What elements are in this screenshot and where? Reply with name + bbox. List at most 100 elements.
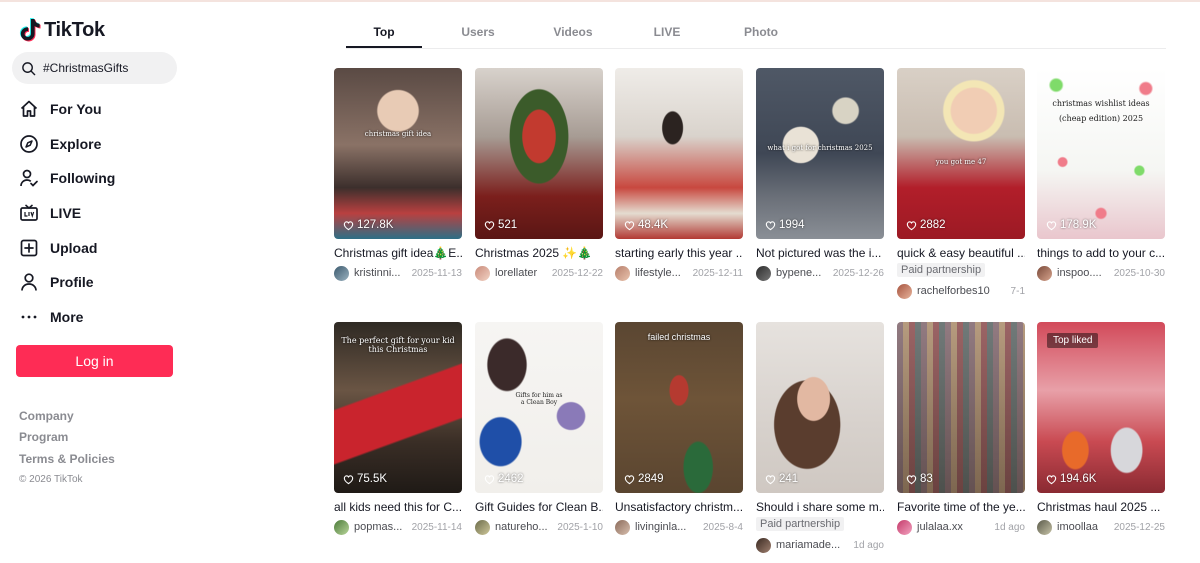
author-name[interactable]: popmas... [354,521,402,533]
author-name[interactable]: lifestyle... [635,267,681,279]
footer-link-company[interactable]: Company [19,408,115,429]
main-nav: For You Explore Following LIVE Upload Pr… [0,92,190,334]
author-name[interactable]: kristinni... [354,267,400,279]
video-card[interactable]: christmas wishlist ideas (cheap edition)… [1037,68,1165,281]
nav-item-following[interactable]: Following [0,161,190,196]
tiktok-logo[interactable]: TikTok [19,18,105,42]
video-thumbnail[interactable]: christmas gift idea 127.8K [334,68,462,239]
post-date: 2025-12-11 [692,267,743,279]
thumbnail-caption: you got me 47 [935,158,987,166]
video-card[interactable]: what i got for christmas 2025 1994 Not p… [756,68,884,281]
login-button[interactable]: Log in [16,345,173,377]
avatar[interactable] [1037,265,1052,281]
post-date: 7-1 [1010,285,1025,297]
avatar[interactable] [615,265,630,281]
author-name[interactable]: inspoo.... [1057,267,1102,279]
video-thumbnail[interactable]: what i got for christmas 2025 1994 [756,68,884,239]
video-meta: julalaa.xx 1d ago [897,519,1025,535]
post-date: 2025-11-13 [411,267,462,279]
nav-label: Explore [50,135,102,152]
author-name[interactable]: rachelforbes10 [917,285,990,297]
active-tab-indicator [346,46,422,48]
tab-videos[interactable]: Videos [536,25,610,39]
video-thumbnail[interactable]: Gifts for him as a Clean Boy 2462 [475,322,603,493]
view-count-value: 521 [498,219,518,231]
video-card[interactable]: 83 Favorite time of the ye... julalaa.xx… [897,322,1025,535]
video-description[interactable]: starting early this year ... [615,246,743,260]
avatar[interactable] [334,265,349,281]
nav-item-profile[interactable]: Profile [0,265,190,300]
avatar[interactable] [334,519,349,535]
video-card[interactable]: 241 Should i share some m... Paid partne… [756,322,884,553]
video-thumbnail[interactable]: The perfect gift for your kid this Chris… [334,322,462,493]
author-name[interactable]: natureho... [495,521,548,533]
tab-users[interactable]: Users [442,25,514,39]
author-name[interactable]: julalaa.xx [917,521,963,533]
search-input[interactable] [43,61,163,75]
video-card[interactable]: Gifts for him as a Clean Boy 2462 Gift G… [475,322,603,535]
compass-icon [18,133,40,155]
avatar[interactable] [756,265,771,281]
video-card[interactable]: you got me 47 2882 quick & easy beautifu… [897,68,1025,299]
nav-item-explore[interactable]: Explore [0,127,190,162]
video-description[interactable]: Gift Guides for Clean B... [475,500,603,514]
brand-name: TikTok [44,18,105,41]
upload-icon [18,237,40,259]
video-description[interactable]: Christmas 2025 ✨🎄 [475,246,603,260]
video-description[interactable]: Should i share some m... [756,500,884,514]
nav-item-upload[interactable]: Upload [0,230,190,265]
nav-item-for-you[interactable]: For You [0,92,190,127]
video-thumbnail[interactable]: 521 [475,68,603,239]
video-card[interactable]: failed christmas 2849 Unsatisfactory chr… [615,322,743,535]
author-name[interactable]: imoollaa [1057,521,1098,533]
video-card[interactable]: 48.4K starting early this year ... lifes… [615,68,743,281]
post-date: 1d ago [853,539,884,551]
tab-top[interactable]: Top [346,25,422,39]
video-card[interactable]: The perfect gift for your kid this Chris… [334,322,462,535]
author-name[interactable]: mariamade... [776,539,840,551]
video-description[interactable]: Not pictured was the i... [756,246,884,260]
video-card[interactable]: christmas gift idea 127.8K Christmas gif… [334,68,462,281]
author-name[interactable]: lorellater [495,267,537,279]
video-thumbnail[interactable]: 83 [897,322,1025,493]
video-thumbnail[interactable]: 48.4K [615,68,743,239]
video-thumbnail[interactable]: 241 [756,322,884,493]
author-name[interactable]: livinginla... [635,521,686,533]
post-date: 2025-12-25 [1113,521,1165,533]
nav-item-live[interactable]: LIVE [0,196,190,231]
video-description[interactable]: quick & easy beautiful ... [897,246,1025,260]
view-count-value: 75.5K [357,473,388,485]
video-description[interactable]: Unsatisfactory christm... [615,500,743,514]
avatar[interactable] [1037,519,1052,535]
footer-link-terms[interactable]: Terms & Policies [19,451,115,472]
video-description[interactable]: things to add to your c... [1037,246,1165,260]
video-card[interactable]: Top liked 194.6K Christmas haul 2025 ...… [1037,322,1165,535]
video-description[interactable]: all kids need this for C... [334,500,462,514]
tiktok-logo-icon [19,18,41,42]
play-icon [765,474,776,484]
view-count: 48.4K [624,219,668,231]
tab-live[interactable]: LIVE [632,25,702,39]
video-description[interactable]: Christmas gift idea🎄E... [334,246,462,260]
search-bar[interactable] [12,52,177,84]
avatar[interactable] [615,519,630,535]
post-date: 2025-12-22 [551,267,603,279]
avatar[interactable] [475,265,490,281]
nav-item-more[interactable]: More [0,300,190,335]
video-thumbnail[interactable]: failed christmas 2849 [615,322,743,493]
tab-photo[interactable]: Photo [726,25,796,39]
footer-link-program[interactable]: Program [19,429,115,450]
following-icon [18,167,40,189]
author-name[interactable]: bypene... [776,267,821,279]
video-description[interactable]: Favorite time of the ye... [897,500,1025,514]
video-card[interactable]: 521 Christmas 2025 ✨🎄 lorellater 2025-12… [475,68,603,281]
avatar[interactable] [897,519,912,535]
avatar[interactable] [475,519,490,535]
nav-label: For You [50,101,102,118]
video-thumbnail[interactable]: christmas wishlist ideas (cheap edition)… [1037,68,1165,239]
video-thumbnail[interactable]: Top liked 194.6K [1037,322,1165,493]
avatar[interactable] [756,537,771,553]
video-description[interactable]: Christmas haul 2025 ... [1037,500,1165,514]
avatar[interactable] [897,283,912,299]
video-thumbnail[interactable]: you got me 47 2882 [897,68,1025,239]
